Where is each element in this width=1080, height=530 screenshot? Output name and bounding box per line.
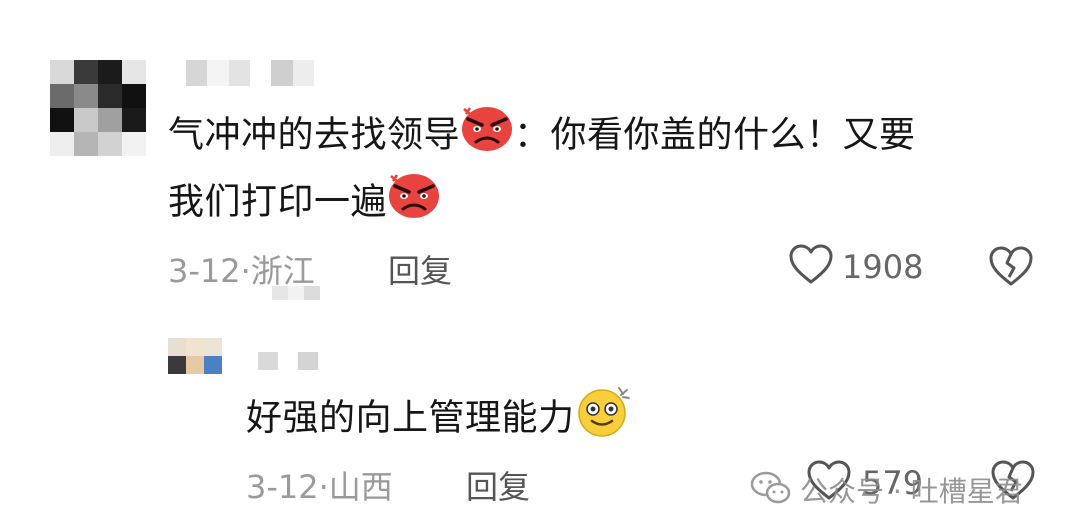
- angry-face-icon: [387, 170, 441, 237]
- dislike-button[interactable]: [988, 246, 1034, 292]
- reply-button[interactable]: 回复: [388, 246, 452, 292]
- reply-text: 好强的向上管理能力: [246, 384, 633, 455]
- username[interactable]: [186, 60, 314, 86]
- reply-username[interactable]: [258, 352, 318, 370]
- comment-text: 气冲冲的去找领导 ：你看你盖的什么！又要 我们打印一遍: [168, 103, 916, 237]
- watermark-text: 公众号 · 吐槽星君: [800, 475, 1023, 508]
- wechat-icon: [750, 470, 792, 510]
- reply-reply-button[interactable]: 回复: [466, 462, 530, 508]
- heart-icon: [788, 244, 834, 290]
- reply-avatar[interactable]: [168, 338, 222, 374]
- angry-face-icon: [460, 103, 514, 170]
- location-blur: [272, 286, 320, 300]
- dizzy-smile-face-icon: [575, 384, 633, 455]
- watermark: 公众号 · 吐槽星君: [750, 470, 1023, 510]
- broken-heart-icon: [988, 246, 1034, 292]
- reply-date-location: 3-12·山西: [246, 468, 393, 506]
- like-count: 1908: [842, 248, 924, 286]
- avatar[interactable]: [50, 60, 146, 156]
- like-button[interactable]: 1908: [788, 244, 923, 290]
